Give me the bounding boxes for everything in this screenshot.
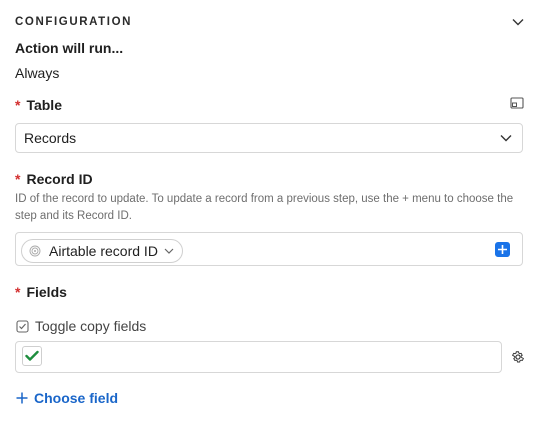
table-select[interactable]: Records [15, 123, 523, 153]
field-checkbox[interactable] [22, 346, 42, 366]
required-marker: * [15, 97, 21, 113]
table-expand-button[interactable] [510, 97, 524, 109]
field-settings-button[interactable] [510, 349, 526, 365]
add-variable-button[interactable] [495, 242, 510, 257]
toggle-copy-fields-label: Toggle copy fields [35, 318, 147, 334]
fields-label: Fields [26, 284, 67, 300]
toggle-copy-fields[interactable]: Toggle copy fields [16, 318, 146, 334]
action-heading: Action will run... [15, 40, 124, 56]
chevron-down-icon [500, 134, 512, 142]
table-label: Table [26, 97, 62, 113]
action-value: Always [15, 65, 60, 81]
fields-label-row: * Fields [15, 284, 67, 300]
section-title: CONFIGURATION [15, 16, 133, 28]
record-id-label-row: * Record ID [15, 171, 93, 187]
plus-icon [16, 392, 28, 404]
record-id-token[interactable]: Airtable record ID [21, 239, 183, 263]
collapse-section-button[interactable] [508, 12, 528, 32]
table-label-row: * Table [15, 97, 62, 113]
field-row [15, 341, 502, 373]
table-select-value: Records [24, 130, 77, 146]
plus-icon [497, 244, 508, 255]
chevron-down-icon [164, 248, 174, 254]
required-marker: * [15, 284, 21, 300]
choose-field-label: Choose field [34, 390, 119, 406]
choose-field-button[interactable]: Choose field [16, 390, 118, 406]
expand-window-icon [510, 97, 524, 109]
record-id-description: ID of the record to update. To update a … [15, 193, 514, 222]
required-marker: * [15, 171, 21, 187]
record-id-token-label: Airtable record ID [49, 243, 158, 259]
checkmark-icon [25, 350, 39, 362]
record-id-label: Record ID [26, 171, 93, 187]
checkbox-icon [16, 319, 29, 333]
chevron-down-icon [512, 18, 524, 26]
fingerprint-icon [29, 245, 41, 257]
gear-icon [511, 350, 525, 364]
